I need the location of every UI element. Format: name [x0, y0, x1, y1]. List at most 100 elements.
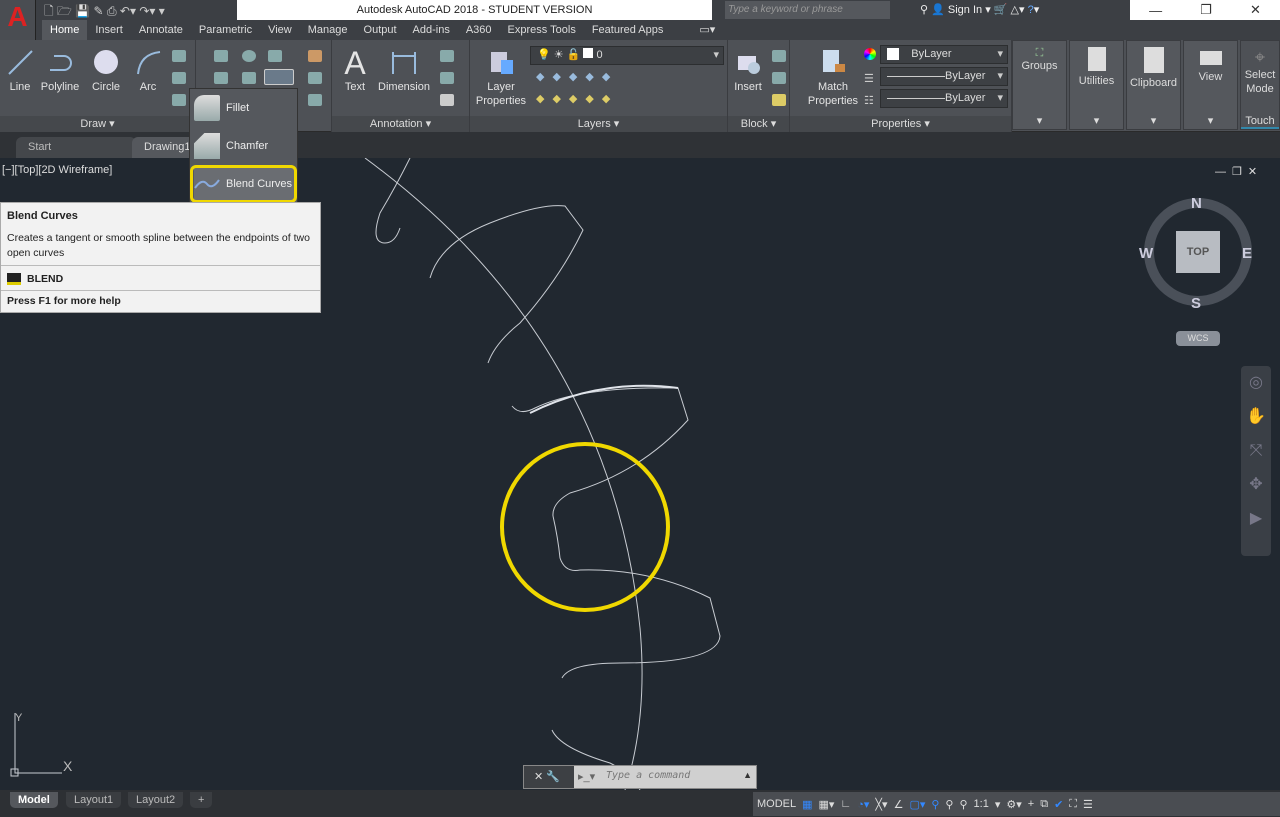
ortho-icon[interactable]: ∟ [840, 798, 851, 810]
tab-output[interactable]: Output [356, 20, 405, 40]
undo-icon[interactable]: ↶▾ [120, 4, 136, 18]
isodraft-icon[interactable]: ╳▾ [875, 798, 887, 811]
fillet-dropdown-button[interactable] [264, 69, 294, 85]
customize-icon[interactable]: ▾ [159, 4, 165, 18]
save-icon[interactable]: 💾 [75, 4, 90, 18]
color-dropdown[interactable]: ByLayer [880, 45, 1008, 64]
explode-icon[interactable] [308, 72, 322, 84]
rectangle-icon[interactable] [172, 50, 186, 62]
tab-express-tools[interactable]: Express Tools [500, 20, 584, 40]
customization-menu-icon[interactable]: ☰ [1083, 798, 1093, 811]
layout-tab-model[interactable]: Model [10, 792, 58, 808]
model-space-toggle[interactable]: MODEL [757, 798, 796, 810]
lineweight-dropdown[interactable]: ByLayer [880, 67, 1008, 86]
application-menu-button[interactable]: A [0, 0, 36, 40]
compass-west[interactable]: W [1139, 245, 1153, 262]
edit-attributes-icon[interactable] [772, 94, 786, 106]
minimize-button[interactable]: — [1149, 3, 1162, 18]
layer-properties-button[interactable]: Layer Properties [472, 48, 530, 108]
linetype-dropdown[interactable]: ByLayer [880, 89, 1008, 108]
save-as-icon[interactable]: ✎ [94, 4, 104, 18]
tab-home[interactable]: Home [42, 20, 88, 40]
annotation-scale[interactable]: 1:1 [974, 798, 989, 810]
isolate-icon[interactable]: ⧉ [1040, 798, 1048, 811]
move-icon[interactable] [214, 50, 228, 62]
tab-parametric[interactable]: Parametric [191, 20, 260, 40]
layers-panel-title[interactable]: Layers ▾ [470, 116, 727, 132]
annotation-panel-title[interactable]: Annotation ▾ [332, 116, 469, 132]
command-history-icon[interactable]: ▲ [743, 770, 752, 780]
leader-icon[interactable] [440, 72, 454, 84]
tab-insert[interactable]: Insert [87, 20, 131, 40]
trim-icon[interactable] [268, 50, 282, 62]
a360-icon[interactable]: △▾ [1011, 4, 1025, 16]
compass-east[interactable]: E [1242, 245, 1252, 262]
hardware-acceleration-icon[interactable]: ✔ [1054, 798, 1063, 811]
sign-in-button[interactable]: ⚲ 👤 Sign In ▾ 🛒 △▾ ?▾ [920, 3, 1039, 16]
object-snap-icon[interactable]: ▢▾ [909, 798, 925, 811]
table-icon[interactable] [440, 94, 454, 106]
redo-icon[interactable]: ↷▾ [139, 4, 155, 18]
wcs-menu[interactable]: WCS [1176, 331, 1220, 346]
help-icon[interactable]: ? [1028, 4, 1034, 16]
clean-screen-icon[interactable]: ⛶ [1069, 798, 1077, 811]
groups-panel[interactable]: ⛶ Groups ▾ [1012, 40, 1067, 130]
workspace-icon[interactable]: ▭▾ [691, 20, 723, 40]
flyout-item-fillet[interactable]: Fillet [194, 92, 295, 124]
file-tab-start[interactable]: Start [16, 137, 136, 158]
layout-tab-layout2[interactable]: Layout2 [128, 792, 184, 808]
copy-icon[interactable] [214, 72, 228, 84]
erase-icon[interactable] [308, 50, 322, 62]
restore-button[interactable]: ❐ [1200, 2, 1212, 18]
open-icon[interactable]: 🗁 [57, 4, 72, 18]
layer-dropdown[interactable]: 💡 ☀ 🔓 0 [530, 46, 724, 65]
arc-button[interactable]: Arc [130, 48, 166, 94]
viewport-controls-label[interactable]: [−][Top][2D Wireframe] [2, 164, 112, 176]
osnap-tracking-icon[interactable]: ∠ [894, 798, 904, 811]
layer-tools-row1[interactable]: ◆◆◆◆◆ [536, 70, 618, 83]
offset-icon[interactable] [308, 94, 322, 106]
match-properties-button[interactable]: Match Properties [804, 48, 862, 108]
binoculars-icon[interactable]: ⚲ [920, 4, 928, 16]
insert-button[interactable]: Insert [730, 48, 766, 94]
linear-dim-icon[interactable] [440, 50, 454, 62]
workspace-gear-icon[interactable]: ⚙▾ [1006, 798, 1021, 811]
cart-icon[interactable]: 🛒 [994, 4, 1008, 16]
layout-tab-layout1[interactable]: Layout1 [66, 792, 122, 808]
polar-icon[interactable]: ◔▾ [857, 798, 869, 811]
flyout-item-chamfer[interactable]: Chamfer [194, 130, 295, 162]
tab-annotate[interactable]: Annotate [131, 20, 191, 40]
add-layout-icon[interactable]: + [190, 792, 213, 808]
view-panel[interactable]: View ▾ [1183, 40, 1238, 130]
layer-tools-row2[interactable]: ◆◆◆◆◆ [536, 92, 618, 105]
annotation-scale-icon[interactable]: ⚲ [959, 798, 967, 811]
snap-icon[interactable]: ▦▾ [819, 798, 835, 811]
tab-view[interactable]: View [260, 20, 300, 40]
mirror-icon[interactable] [242, 72, 256, 84]
clipboard-panel[interactable]: Clipboard ▾ [1126, 40, 1181, 130]
command-prompt-icon[interactable]: ▸_▾ [578, 770, 595, 783]
autoscale-icon[interactable]: ⚲ [945, 798, 953, 811]
command-input[interactable]: Type a command [606, 770, 690, 781]
viewcube-top-face[interactable]: TOP [1176, 231, 1220, 273]
tab-manage[interactable]: Manage [300, 20, 356, 40]
line-button[interactable]: Line [4, 48, 36, 94]
wrench-icon[interactable]: 🔧 [546, 771, 560, 783]
text-button[interactable]: A Text [338, 46, 372, 94]
draw-panel-title[interactable]: Draw ▾ [0, 116, 195, 132]
boundary-icon[interactable] [172, 94, 186, 106]
compass-south[interactable]: S [1191, 295, 1201, 312]
annotation-visibility-icon[interactable]: ⚲ [931, 798, 939, 811]
circle-button[interactable]: Circle [86, 48, 126, 94]
create-block-icon[interactable] [772, 50, 786, 62]
tab-a360[interactable]: A360 [458, 20, 500, 40]
viewport-window-controls[interactable]: —❐✕ [1215, 165, 1263, 178]
dimension-button[interactable]: Dimension [376, 48, 432, 94]
tab-add-ins[interactable]: Add-ins [405, 20, 458, 40]
search-input[interactable]: Type a keyword or phrase [725, 1, 890, 19]
close-button[interactable]: ✕ [1250, 2, 1261, 18]
edit-block-icon[interactable] [772, 72, 786, 84]
compass-north[interactable]: N [1191, 195, 1202, 212]
select-mode-panel[interactable]: ⌖ Select Mode Touch [1240, 40, 1280, 130]
polyline-button[interactable]: Polyline [38, 48, 82, 94]
